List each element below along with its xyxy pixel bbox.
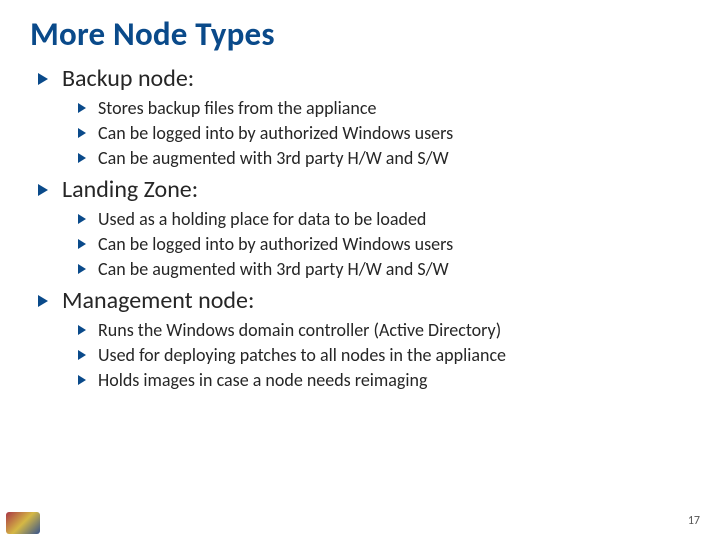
section-heading: Management node: (38, 286, 690, 315)
list-item: Stores backup files from the appliance (78, 97, 690, 119)
section-heading: Landing Zone: (38, 175, 690, 204)
slide-title: More Node Types (30, 14, 690, 54)
item-text: Holds images in case a node needs reimag… (98, 369, 427, 391)
section-label: Landing Zone: (62, 175, 198, 204)
page-number: 17 (688, 514, 700, 528)
list-item: Can be augmented with 3rd party H/W and … (78, 258, 690, 280)
item-text: Can be augmented with 3rd party H/W and … (98, 258, 449, 280)
list-item: Holds images in case a node needs reimag… (78, 369, 690, 391)
section-heading: Backup node: (38, 64, 690, 93)
item-text: Can be logged into by authorized Windows… (98, 122, 453, 144)
item-text: Can be augmented with 3rd party H/W and … (98, 147, 449, 169)
section-label: Backup node: (62, 64, 194, 93)
list-item: Used for deploying patches to all nodes … (78, 344, 690, 366)
bullet-arrow-icon (78, 375, 86, 385)
item-text: Used for deploying patches to all nodes … (98, 344, 506, 366)
bullet-arrow-icon (78, 214, 86, 224)
item-text: Runs the Windows domain controller (Acti… (98, 319, 501, 341)
item-text: Used as a holding place for data to be l… (98, 208, 426, 230)
item-text: Can be logged into by authorized Windows… (98, 233, 453, 255)
list-item: Can be logged into by authorized Windows… (78, 233, 690, 255)
bullet-arrow-icon (38, 184, 48, 196)
slide: More Node Types Backup node: Stores back… (0, 0, 720, 540)
bullet-arrow-icon (78, 350, 86, 360)
list-item: Can be logged into by authorized Windows… (78, 122, 690, 144)
bullet-arrow-icon (78, 153, 86, 163)
list-item: Runs the Windows domain controller (Acti… (78, 319, 690, 341)
list-item: Can be augmented with 3rd party H/W and … (78, 147, 690, 169)
bullet-arrow-icon (78, 239, 86, 249)
logo-icon (6, 512, 40, 534)
bullet-arrow-icon (38, 295, 48, 307)
list-item: Used as a holding place for data to be l… (78, 208, 690, 230)
bullet-arrow-icon (78, 325, 86, 335)
bullet-arrow-icon (78, 264, 86, 274)
section-label: Management node: (62, 286, 254, 315)
bullet-arrow-icon (78, 128, 86, 138)
bullet-arrow-icon (78, 103, 86, 113)
item-text: Stores backup files from the appliance (98, 97, 376, 119)
bullet-arrow-icon (38, 73, 48, 85)
